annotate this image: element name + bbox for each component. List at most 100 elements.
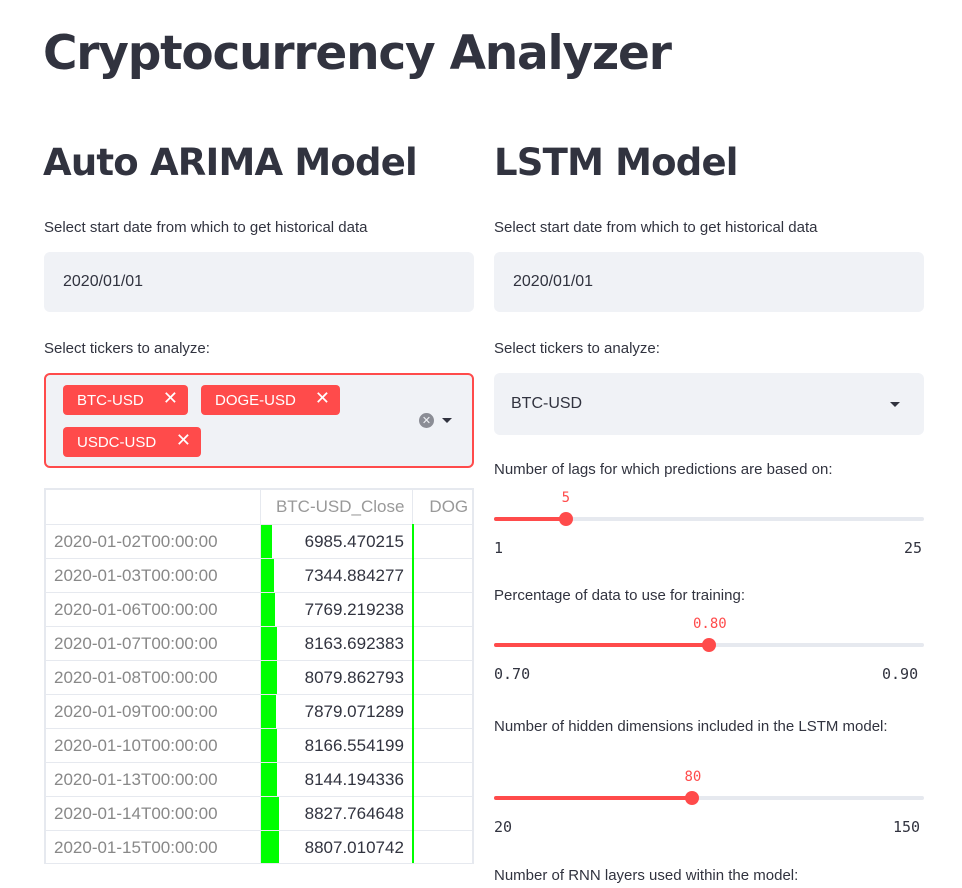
arima-date-input[interactable]: 2020/01/01 — [44, 252, 474, 312]
value-bar — [261, 763, 277, 796]
doge-cell[interactable] — [411, 558, 473, 593]
slider-hidden-label: Number of hidden dimensions included in … — [494, 718, 888, 735]
table-row: 2020-01-13T00:00:00 8144.194336 — [45, 762, 473, 797]
row-index-cell[interactable]: 2020-01-09T00:00:00 — [45, 694, 262, 729]
lstm-ticker-value: BTC-USD — [511, 395, 583, 412]
slider-lags-min: 1 — [494, 539, 504, 557]
close-icon[interactable]: ✕ — [176, 430, 191, 451]
slider-hidden-min: 20 — [494, 818, 513, 836]
table-header-row: BTC-USD_Close DOG — [45, 489, 473, 525]
arima-date-label: Select start date from which to get hist… — [44, 219, 368, 236]
doge-cell[interactable] — [411, 762, 473, 797]
cell-value: 8163.692383 — [304, 633, 404, 653]
slider-value: 5 — [561, 490, 571, 506]
clear-all-icon[interactable]: ✕ — [419, 413, 434, 428]
slider-lags-label: Number of lags for which predictions are… — [494, 461, 833, 478]
table-row: 2020-01-08T00:00:00 8079.862793 — [45, 660, 473, 695]
row-index-cell[interactable]: 2020-01-14T00:00:00 — [45, 796, 262, 831]
btc-close-cell[interactable]: 8144.194336 — [260, 762, 414, 797]
cell-value: 7344.884277 — [304, 565, 404, 585]
arima-date-value: 2020/01/01 — [63, 273, 144, 290]
ticker-tag-label: DOGE-USD — [215, 391, 296, 409]
slider-hidden[interactable]: 80 — [494, 769, 924, 805]
ticker-tag: BTC-USD ✕ — [63, 385, 188, 415]
row-index-cell[interactable]: 2020-01-15T00:00:00 — [45, 830, 262, 863]
arima-heading: Auto ARIMA Model — [43, 141, 418, 184]
slider-thumb[interactable] — [685, 791, 700, 805]
ticker-tag-label: BTC-USD — [77, 391, 144, 409]
btc-close-cell[interactable]: 8827.764648 — [260, 796, 414, 831]
rnn-layers-label: Number of RNN layers used within the mod… — [494, 867, 799, 884]
btc-close-cell[interactable]: 8166.554199 — [260, 728, 414, 763]
lstm-ticker-select[interactable]: BTC-USD — [494, 373, 924, 435]
btc-close-cell[interactable]: 8079.862793 — [260, 660, 414, 695]
row-index-cell[interactable]: 2020-01-08T00:00:00 — [45, 660, 262, 695]
slider-fill — [494, 643, 709, 647]
doge-cell[interactable] — [411, 660, 473, 695]
cell-value: 8166.554199 — [304, 735, 404, 755]
slider-fill — [494, 796, 693, 800]
value-bar — [261, 729, 277, 762]
slider-lags-max: 25 — [904, 539, 923, 557]
ticker-tag: USDC-USD ✕ — [63, 427, 201, 457]
cell-value: 8144.194336 — [304, 769, 404, 789]
doge-cell[interactable] — [411, 524, 473, 559]
doge-cell[interactable] — [411, 796, 473, 831]
ticker-tag-label: USDC-USD — [77, 433, 157, 451]
data-table[interactable]: BTC-USD_Close DOG 2020-01-02T00:00:00 698… — [44, 488, 474, 864]
arima-tickers-multiselect[interactable]: BTC-USD ✕ DOGE-USD ✕ USDC-USD ✕ ✕ — [44, 373, 474, 468]
btc-close-cell[interactable]: 8807.010742 — [260, 830, 414, 863]
btc-close-cell[interactable]: 6985.470215 — [260, 524, 414, 559]
doge-cell[interactable] — [411, 694, 473, 729]
ticker-tag: DOGE-USD ✕ — [201, 385, 340, 415]
slider-training[interactable]: 0.80 — [494, 616, 924, 652]
table-row: 2020-01-10T00:00:00 8166.554199 — [45, 728, 473, 763]
slider-value: 0.80 — [693, 616, 727, 632]
close-icon[interactable]: ✕ — [163, 388, 178, 409]
row-index-cell[interactable]: 2020-01-06T00:00:00 — [45, 592, 262, 627]
page-title: Cryptocurrency Analyzer — [43, 26, 672, 81]
doge-cell[interactable] — [411, 626, 473, 661]
row-index-cell[interactable]: 2020-01-07T00:00:00 — [45, 626, 262, 661]
table-row: 2020-01-14T00:00:00 8827.764648 — [45, 796, 473, 831]
row-index-cell[interactable]: 2020-01-10T00:00:00 — [45, 728, 262, 763]
slider-lags[interactable]: 5 — [494, 490, 924, 526]
value-bar — [261, 559, 274, 592]
slider-thumb[interactable] — [702, 638, 716, 652]
value-bar — [261, 797, 279, 830]
slider-hidden-max: 150 — [893, 818, 921, 836]
chevron-down-icon[interactable] — [442, 418, 452, 423]
btc-close-cell[interactable]: 8163.692383 — [260, 626, 414, 661]
doge-cell[interactable] — [411, 830, 473, 863]
table-row: 2020-01-03T00:00:00 7344.884277 — [45, 558, 473, 593]
btc-close-cell[interactable]: 7344.884277 — [260, 558, 414, 593]
chevron-down-icon[interactable] — [890, 402, 900, 407]
lstm-heading: LSTM Model — [494, 141, 738, 184]
lstm-date-input[interactable]: 2020/01/01 — [494, 252, 924, 312]
doge-cell[interactable] — [411, 728, 473, 763]
row-index-cell[interactable]: 2020-01-03T00:00:00 — [45, 558, 262, 593]
cell-value: 7879.071289 — [304, 701, 404, 721]
lstm-date-value: 2020/01/01 — [513, 273, 594, 290]
close-icon[interactable]: ✕ — [315, 388, 330, 409]
slider-training-min: 0.70 — [494, 665, 531, 683]
btc-close-cell[interactable]: 7879.071289 — [260, 694, 414, 729]
table-row: 2020-01-09T00:00:00 7879.071289 — [45, 694, 473, 729]
arima-tickers-label: Select tickers to analyze: — [44, 340, 210, 357]
cell-value: 7769.219238 — [304, 599, 404, 619]
btc-close-cell[interactable]: 7769.219238 — [260, 592, 414, 627]
value-bar — [261, 661, 277, 694]
lstm-date-label: Select start date from which to get hist… — [494, 219, 818, 236]
slider-training-label: Percentage of data to use for training: — [494, 587, 745, 604]
table-row: 2020-01-06T00:00:00 7769.219238 — [45, 592, 473, 627]
row-index-cell[interactable]: 2020-01-13T00:00:00 — [45, 762, 262, 797]
doge-cell[interactable] — [411, 592, 473, 627]
value-bar — [261, 831, 279, 863]
row-index-cell[interactable]: 2020-01-02T00:00:00 — [45, 524, 262, 559]
value-bar — [261, 627, 277, 660]
table-header-doge[interactable]: DOG — [412, 489, 473, 525]
value-bar — [261, 695, 276, 728]
slider-fill — [494, 517, 566, 521]
slider-thumb[interactable] — [558, 512, 573, 526]
table-header-btc-close[interactable]: BTC-USD_Close — [260, 489, 414, 525]
